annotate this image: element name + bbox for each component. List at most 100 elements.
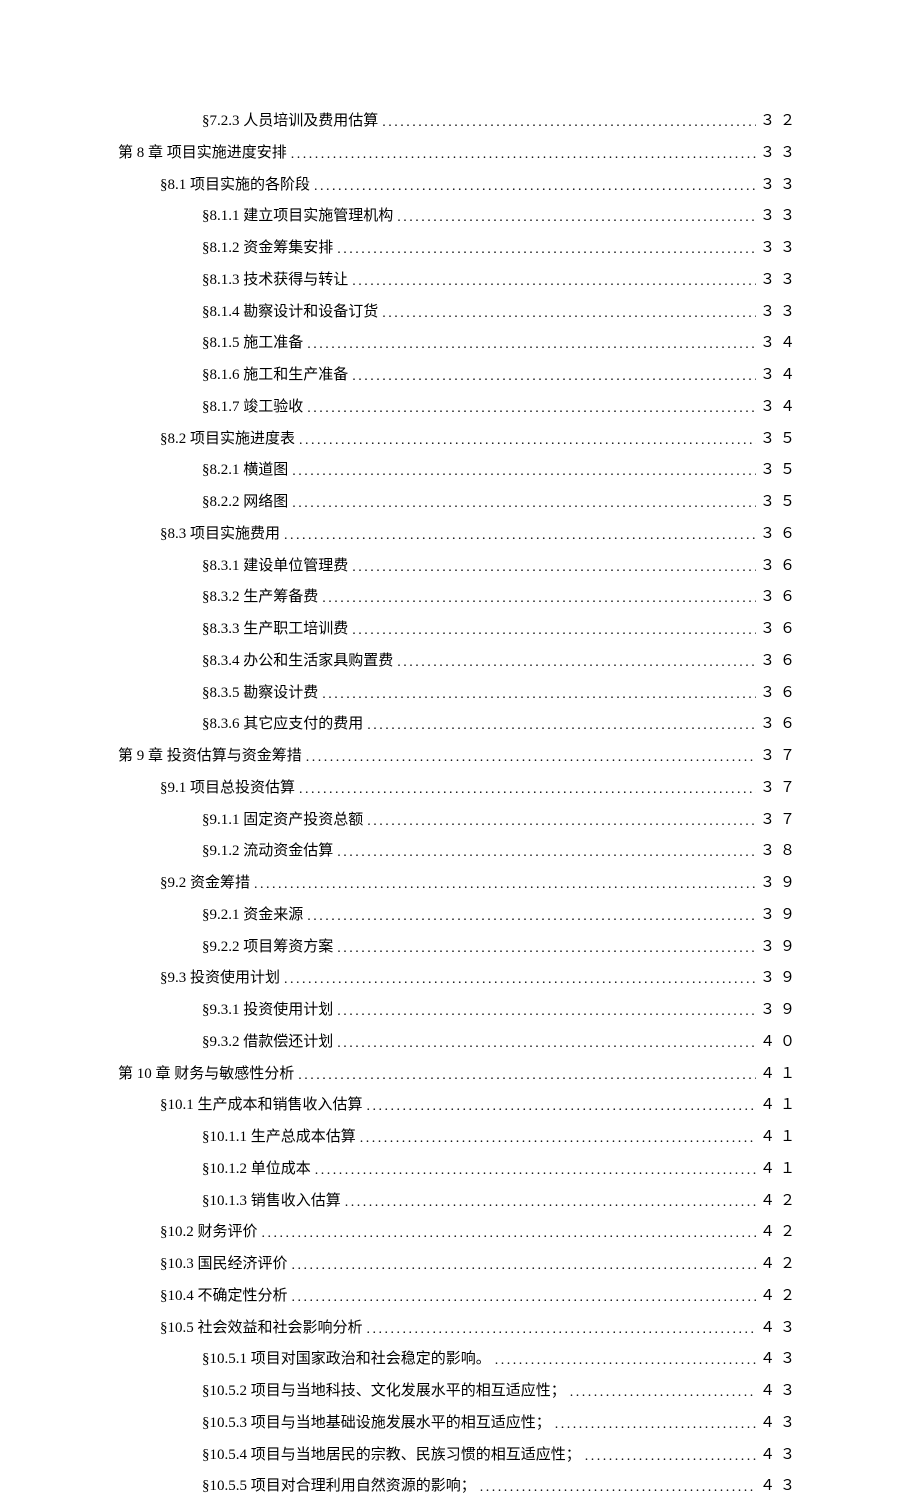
- toc-page-number: ４３: [760, 1444, 800, 1467]
- toc-entry-title: §8.1.7 竣工验收: [202, 396, 303, 419]
- toc-entry-title: §10.5.3 项目与当地基础设施发展水平的相互适应性；: [202, 1412, 551, 1435]
- toc-entry-title: §8.1.1 建立项目实施管理机构: [202, 205, 393, 228]
- toc-entry-title: §9.2 资金筹措: [160, 872, 250, 895]
- toc-entry-title: §10.1.1 生产总成本估算: [202, 1126, 356, 1149]
- toc-line: §8.2 项目实施进度表３５: [118, 428, 800, 451]
- toc-page-number: ４１: [760, 1158, 800, 1181]
- toc-page-number: ３６: [760, 586, 800, 609]
- toc-leader-dots: [298, 1065, 756, 1087]
- toc-line: §10.1 生产成本和销售收入估算４１: [118, 1094, 800, 1117]
- toc-entry-title: §9.2.1 资金来源: [202, 904, 303, 927]
- toc-entry-title: §10.5.5 项目对合理利用自然资源的影响；: [202, 1475, 476, 1498]
- toc-entry-title: §8.1.2 资金筹集安排: [202, 237, 333, 260]
- toc-entry-title: §10.4 不确定性分析: [160, 1285, 288, 1308]
- toc-page-number: ３８: [760, 840, 800, 863]
- toc-entry-title: §7.2.3 人员培训及费用估算: [202, 110, 378, 133]
- toc-line: §9.3.1 投资使用计划 ３９: [118, 999, 800, 1022]
- toc-leader-dots: [337, 239, 756, 261]
- toc-leader-dots: [307, 906, 756, 928]
- toc-entry-title: 第 8 章 项目实施进度安排: [118, 142, 287, 165]
- toc-entry-title: §10.5 社会效益和社会影响分析: [160, 1317, 363, 1340]
- toc-line: §8.1.7 竣工验收３４: [118, 396, 800, 419]
- toc-entry-title: §8.3.2 生产筹备费: [202, 586, 318, 609]
- toc-line: §8.3.2 生产筹备费 ３６: [118, 586, 800, 609]
- toc-page-number: ３３: [760, 301, 800, 324]
- toc-leader-dots: [397, 652, 756, 674]
- toc-entry-title: §8.3 项目实施费用: [160, 523, 280, 546]
- toc-line: 第 10 章 财务与敏感性分析 ４１: [118, 1063, 800, 1086]
- toc-page-number: ３３: [760, 142, 800, 165]
- toc-entry-title: §8.1.5 施工准备: [202, 332, 303, 355]
- toc-leader-dots: [299, 430, 756, 452]
- toc-page-number: ３５: [760, 491, 800, 514]
- toc-entry-title: §9.3.1 投资使用计划: [202, 999, 333, 1022]
- toc-leader-dots: [291, 144, 756, 166]
- toc-page-number: ４３: [760, 1317, 800, 1340]
- toc-page-number: ３９: [760, 904, 800, 927]
- toc-line: §8.1.6 施工和生产准备３４: [118, 364, 800, 387]
- toc-line: §9.1.2 流动资金估算３８: [118, 840, 800, 863]
- toc-line: §8.3.5 勘察设计费３６: [118, 682, 800, 705]
- toc-leader-dots: [585, 1446, 756, 1468]
- toc-line: §10.2 财务评价４２: [118, 1221, 800, 1244]
- toc-line: §9.2.2 项目筹资方案３９: [118, 936, 800, 959]
- toc-entry-title: §9.3.2 借款偿还计划: [202, 1031, 333, 1054]
- toc-line: §8.2.2 网络图３５: [118, 491, 800, 514]
- toc-page-number: ４３: [760, 1380, 800, 1403]
- toc-page-number: ４３: [760, 1348, 800, 1371]
- toc-leader-dots: [292, 1287, 756, 1309]
- toc-leader-dots: [306, 747, 756, 769]
- toc-page-number: ３３: [760, 237, 800, 260]
- toc-page-number: ３４: [760, 364, 800, 387]
- toc-page-number: ３３: [760, 269, 800, 292]
- toc-entry-title: §8.2.1 横道图: [202, 459, 288, 482]
- toc-page-number: ３２: [760, 110, 800, 133]
- toc-line: §9.1.1 固定资产投资总额３７: [118, 809, 800, 832]
- toc-page-number: ４２: [760, 1253, 800, 1276]
- toc-page-number: ３３: [760, 205, 800, 228]
- toc-entry-title: §10.1.3 销售收入估算: [202, 1190, 341, 1213]
- toc-line: §9.2 资金筹措３９: [118, 872, 800, 895]
- toc-line: §8.1 项目实施的各阶段３３: [118, 174, 800, 197]
- toc-line: §10.1.1 生产总成本估算４１: [118, 1126, 800, 1149]
- toc-page-number: ３６: [760, 650, 800, 673]
- toc-leader-dots: [480, 1477, 756, 1499]
- toc-page-number: ４３: [760, 1475, 800, 1498]
- toc-entry-title: §8.3.5 勘察设计费: [202, 682, 318, 705]
- toc-page-number: ３６: [760, 555, 800, 578]
- toc-page-number: ３９: [760, 999, 800, 1022]
- toc-page-number: ４１: [760, 1063, 800, 1086]
- toc-leader-dots: [262, 1223, 756, 1245]
- toc-line: §10.4 不确定性分析 ４２: [118, 1285, 800, 1308]
- toc-page-number: ４２: [760, 1285, 800, 1308]
- toc-leader-dots: [570, 1382, 756, 1404]
- toc-page-number: ３６: [760, 618, 800, 641]
- toc-entry-title: §8.1.4 勘察设计和设备订货: [202, 301, 378, 324]
- toc-line: §9.3.2 借款偿还计划４０: [118, 1031, 800, 1054]
- toc-line: §9.1 项目总投资估算３７: [118, 777, 800, 800]
- toc-entry-title: §10.3 国民经济评价: [160, 1253, 288, 1276]
- toc-entry-title: 第 10 章 财务与敏感性分析: [118, 1063, 294, 1086]
- toc-leader-dots: [555, 1414, 756, 1436]
- toc-leader-dots: [382, 303, 756, 325]
- toc-leader-dots: [352, 620, 756, 642]
- toc-entry-title: 第 9 章 投资估算与资金筹措: [118, 745, 302, 768]
- toc-leader-dots: [337, 938, 756, 960]
- toc-page-number: ３７: [760, 809, 800, 832]
- toc-page-number: ３７: [760, 777, 800, 800]
- toc-page-number: ３５: [760, 428, 800, 451]
- toc-line: §9.3 投资使用计划３９: [118, 967, 800, 990]
- toc-line: §10.5.5 项目对合理利用自然资源的影响； ４３: [118, 1475, 800, 1498]
- toc-leader-dots: [314, 176, 756, 198]
- toc-leader-dots: [382, 112, 756, 134]
- toc-line: §10.1.3 销售收入估算４２: [118, 1190, 800, 1213]
- toc-leader-dots: [352, 271, 756, 293]
- toc-line: §8.3.1 建设单位管理费３６: [118, 555, 800, 578]
- toc-leader-dots: [352, 366, 756, 388]
- toc-page-number: ３４: [760, 332, 800, 355]
- toc-leader-dots: [315, 1160, 756, 1182]
- toc-leader-dots: [367, 811, 756, 833]
- toc-leader-dots: [337, 842, 756, 864]
- toc-page-number: ３７: [760, 745, 800, 768]
- toc-entry-title: §10.2 财务评价: [160, 1221, 258, 1244]
